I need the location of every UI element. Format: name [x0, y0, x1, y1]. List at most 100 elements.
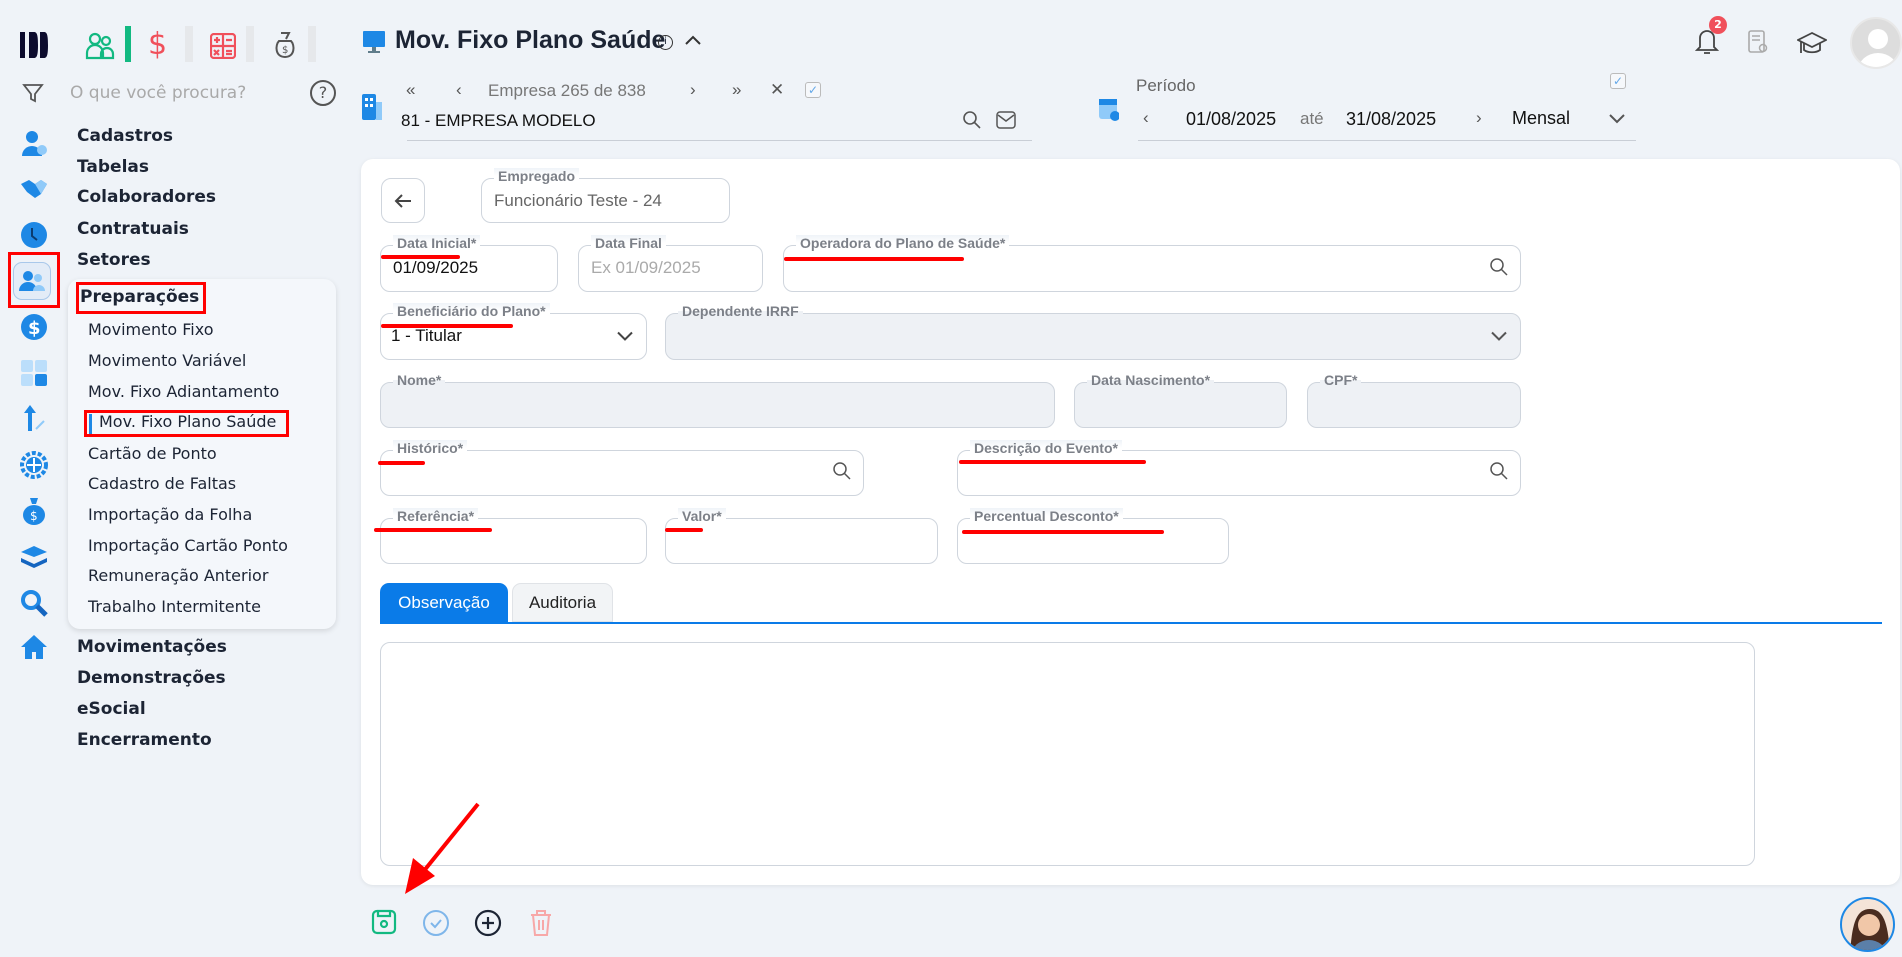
data-final-field[interactable]: Data Final Ex 01/09/2025: [578, 235, 763, 292]
observacao-textarea[interactable]: [380, 642, 1755, 866]
menu-colaboradores[interactable]: Colaboradores: [77, 187, 216, 207]
filter-icon[interactable]: [22, 82, 44, 108]
module-divider: [125, 26, 131, 62]
money-bag-module-icon[interactable]: $: [274, 31, 296, 63]
handshake-icon[interactable]: [19, 174, 49, 204]
dollar-module-icon[interactable]: $: [148, 27, 167, 62]
frequency-select[interactable]: Mensal: [1512, 108, 1570, 129]
descricao-evento-field[interactable]: Descrição do Evento*: [957, 440, 1521, 496]
submenu-item[interactable]: Mov. Fixo Adiantamento: [88, 382, 279, 401]
period-until: até: [1300, 109, 1324, 128]
home-icon[interactable]: [19, 632, 49, 662]
data-inicial-value: 01/09/2025: [393, 258, 479, 277]
delete-button[interactable]: [529, 909, 553, 941]
assistant-avatar[interactable]: [1840, 897, 1895, 952]
submenu-item[interactable]: Movimento Variável: [88, 351, 246, 370]
period-label: Período: [1136, 76, 1196, 95]
menu-search-input[interactable]: O que você procura?: [70, 83, 246, 103]
data-inicial-field[interactable]: Data Inicial* 01/09/2025: [380, 235, 558, 292]
annotation-underline: [381, 324, 513, 328]
menu-contratuais[interactable]: Contratuais: [77, 219, 189, 239]
search-icon[interactable]: [833, 462, 851, 484]
dollar-circle-icon[interactable]: $: [19, 312, 49, 342]
historico-field[interactable]: Histórico*: [380, 440, 864, 496]
prev-company-button[interactable]: ‹: [456, 80, 462, 100]
people-module-icon[interactable]: [85, 30, 115, 64]
gear-plus-icon[interactable]: [19, 450, 49, 480]
menu-cadastros[interactable]: Cadastros: [77, 126, 173, 146]
percentual-desconto-field[interactable]: Percentual Desconto*: [957, 508, 1229, 564]
search-icon[interactable]: [1490, 462, 1508, 484]
period-underline: [1138, 140, 1636, 141]
descricao-evento-label: Descrição do Evento*: [970, 440, 1122, 456]
menu-esocial[interactable]: eSocial: [77, 699, 146, 719]
app-logo: [18, 30, 50, 64]
submenu-item[interactable]: Importação Cartão Ponto: [88, 536, 288, 555]
back-button[interactable]: [381, 178, 425, 223]
chevron-up-icon[interactable]: [684, 32, 702, 51]
clock-icon[interactable]: [19, 220, 49, 250]
page-title: Mov. Fixo Plano Saúde: [395, 26, 666, 54]
period-end[interactable]: 31/08/2025: [1346, 109, 1436, 130]
operadora-field[interactable]: Operadora do Plano de Saúde*: [783, 235, 1521, 292]
percent-arrow-icon[interactable]: [19, 404, 49, 434]
info-icon[interactable]: i: [658, 35, 673, 50]
period-start[interactable]: 01/08/2025: [1186, 109, 1276, 130]
submenu-item[interactable]: Cartão de Ponto: [88, 444, 217, 463]
clear-company-button[interactable]: ✕: [770, 80, 784, 100]
user-settings-icon[interactable]: [19, 128, 49, 158]
tab-auditoria[interactable]: Auditoria: [512, 583, 613, 622]
submenu-item[interactable]: Cadastro de Faltas: [88, 474, 236, 493]
operadora-label: Operadora do Plano de Saúde*: [796, 235, 1010, 251]
submenu-item[interactable]: Trabalho Intermitente: [88, 597, 261, 616]
prev-period-button[interactable]: ‹: [1143, 108, 1149, 128]
period-checkbox[interactable]: ✓: [1610, 73, 1626, 89]
menu-setores[interactable]: Setores: [77, 250, 151, 270]
menu-tabelas[interactable]: Tabelas: [77, 157, 149, 177]
valor-field[interactable]: Valor*: [665, 508, 938, 564]
submenu-item[interactable]: Importação da Folha: [88, 505, 252, 524]
mail-icon[interactable]: [996, 111, 1016, 133]
chevron-down-icon[interactable]: [1608, 110, 1626, 129]
referencia-label: Referência*: [393, 508, 479, 524]
referencia-field[interactable]: Referência*: [380, 508, 647, 564]
user-avatar[interactable]: [1850, 17, 1902, 69]
save-button[interactable]: [371, 909, 397, 939]
document-search-icon[interactable]: [1748, 30, 1770, 60]
first-company-button[interactable]: «: [406, 80, 415, 100]
menu-demonstracoes[interactable]: Demonstrações: [77, 668, 226, 688]
submenu-item[interactable]: Remuneração Anterior: [88, 566, 268, 585]
tab-observacao[interactable]: Observação: [380, 583, 508, 623]
annotation-underline: [784, 257, 964, 261]
submenu-item[interactable]: Movimento Fixo: [88, 320, 213, 339]
calculator-icon[interactable]: [19, 358, 49, 388]
chevron-down-icon: [1490, 327, 1508, 346]
data-final-placeholder: Ex 01/09/2025: [591, 258, 701, 277]
svg-text:$: $: [282, 45, 288, 56]
help-icon[interactable]: ?: [310, 80, 336, 106]
confirm-button[interactable]: [422, 909, 450, 941]
cpf-label: CPF*: [1320, 372, 1362, 388]
data-nascimento-field: Data Nascimento*: [1074, 372, 1287, 428]
graduation-cap-icon[interactable]: [1795, 30, 1829, 62]
last-company-button[interactable]: »: [732, 80, 741, 100]
next-company-button[interactable]: ›: [690, 80, 696, 100]
next-period-button[interactable]: ›: [1476, 108, 1482, 128]
company-counter: Empresa 265 de 838: [488, 81, 646, 100]
beneficiario-select[interactable]: Beneficiário do Plano* 1 - Titular: [380, 303, 647, 360]
menu-encerramento[interactable]: Encerramento: [77, 730, 212, 750]
calculator-module-icon[interactable]: [209, 32, 237, 63]
employee-field[interactable]: Empregado Funcionário Teste - 24: [481, 168, 730, 223]
building-icon: [362, 94, 382, 124]
search-icon[interactable]: [1490, 257, 1508, 280]
company-name: 81 - EMPRESA MODELO: [401, 111, 596, 130]
money-bag-icon[interactable]: $: [19, 496, 49, 526]
company-checkbox[interactable]: ✓: [805, 82, 821, 98]
add-button[interactable]: [474, 909, 502, 941]
cpf-field: CPF*: [1307, 372, 1521, 428]
search-company-icon[interactable]: [962, 110, 982, 134]
menu-movimentacoes[interactable]: Movimentações: [77, 637, 227, 657]
layers-icon[interactable]: [19, 542, 49, 572]
search-magnifier-icon[interactable]: [19, 588, 49, 618]
dependente-select: Dependente IRRF: [665, 303, 1521, 360]
